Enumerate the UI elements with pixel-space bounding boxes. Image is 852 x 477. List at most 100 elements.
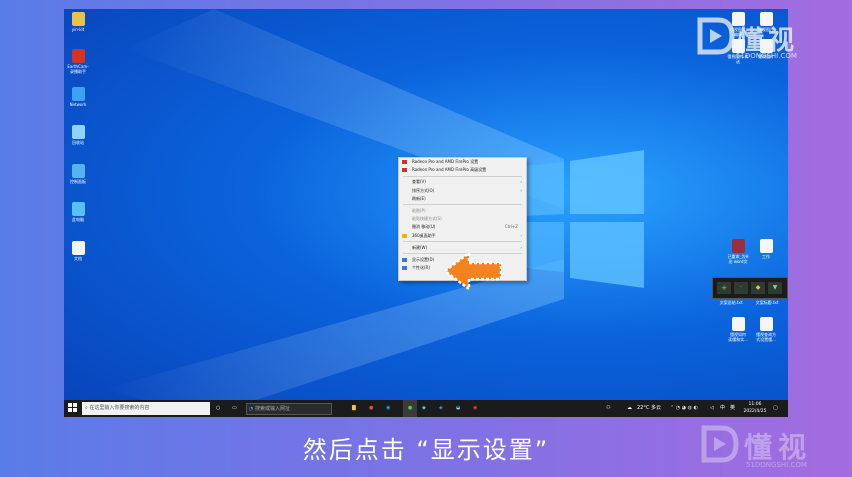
menu-item-icon: [402, 160, 407, 164]
notification-icon[interactable]: ▢: [773, 400, 778, 417]
task-view-icon[interactable]: ○: [216, 400, 220, 417]
desktop-icon-label: 回收站: [72, 140, 84, 145]
mini-floating-toolbar[interactable]: + · ◆ ▼: [712, 277, 788, 299]
context-menu-item[interactable]: 360桌面助手 ›: [399, 232, 526, 240]
menu-item-label: 新建(W): [412, 244, 428, 250]
app-icon-teal[interactable]: ◆: [422, 400, 426, 417]
mini-toolbar-label-a: 文案总结.txt: [719, 300, 743, 305]
icon-this-pc[interactable]: 此电脑: [64, 202, 98, 222]
context-menu-item[interactable]: Radeon Pro and AMD FirePro 高级设置: [399, 166, 526, 174]
tray-icons[interactable]: ⌃ ◔ ◕ ◍ ◐: [670, 400, 698, 417]
submenu-arrow-icon: ›: [520, 232, 522, 238]
icon-recycle-bin[interactable]: 回收站: [64, 125, 98, 145]
menu-item-label: 排序方式(O): [412, 187, 435, 193]
edge-icon[interactable]: ◉: [386, 400, 390, 417]
mini-toolbar-label-b: 文案标题.txt: [755, 300, 779, 305]
search-placeholder: 在这里输入你要搜索的内容: [89, 405, 150, 411]
context-menu-item[interactable]: 粘贴快捷方式(S): [399, 215, 526, 223]
ime-indicator[interactable]: 中: [720, 400, 725, 417]
volume-icon[interactable]: ◁: [710, 400, 714, 417]
icon-file-e-image: [731, 317, 745, 331]
watermark-url: 51DONGSHI.COM: [736, 52, 797, 60]
context-menu-item[interactable]: 粘贴(P): [399, 207, 526, 215]
context-menu-item[interactable]: 查看(V) ›: [399, 178, 526, 186]
app-icon-blue[interactable]: ◈: [439, 400, 443, 417]
menu-item-icon: [402, 266, 407, 271]
icon-user-folder[interactable]: yin-kit: [64, 12, 98, 32]
clock-time: 11:06: [748, 402, 762, 407]
menu-item-label: 粘贴快捷方式(S): [412, 216, 442, 222]
menu-item-label: 粘贴(P): [412, 207, 426, 213]
menu-item-label: 查看(V): [412, 179, 426, 185]
menu-item-label: Radeon Pro and AMD FirePro 高级设置: [412, 167, 487, 173]
submenu-arrow-icon: ›: [520, 179, 522, 185]
windows-start-icon: [68, 403, 77, 412]
toolbar-btn-4[interactable]: ▼: [768, 282, 782, 294]
edge-small-icon: ◔: [249, 406, 254, 412]
app-icon-red[interactable]: ●: [369, 400, 373, 417]
toolbar-btn-1[interactable]: +: [717, 282, 731, 294]
icon-user-folder-image: [71, 12, 85, 26]
icon-control-panel-image: [71, 164, 85, 178]
menu-item-icon: [402, 257, 407, 262]
icon-winrar-image: [731, 239, 745, 253]
app-icon-cyan[interactable]: ◒: [456, 400, 460, 417]
toolbar-btn-2[interactable]: ·: [734, 282, 748, 294]
icon-recycle-bin-image: [71, 125, 85, 139]
record-icon[interactable]: ◉: [473, 400, 477, 417]
menu-item-label: 个性化(R): [412, 265, 430, 271]
desktop-icon-label: 懂视查询方 式设置懂...: [756, 332, 776, 342]
desktop-icon-label: 工作: [762, 254, 770, 259]
watermark-logo: 懂视 51DONGSHI.COM: [696, 16, 816, 62]
icon-work-doc-image: [759, 239, 773, 253]
file-explorer-icon[interactable]: ▇: [352, 400, 356, 417]
widgets-icon[interactable]: ▭: [232, 400, 237, 417]
context-menu-item[interactable]: 撤消 移动(U) Ctrl+Z: [399, 223, 526, 231]
context-menu-item[interactable]: 排序方式(O) ›: [399, 187, 526, 195]
taskbar: ⌕ 在这里输入你要搜索的内容 ○ ▭ ◔ 搜索或输入网址 ▇ ● ◉ ● ◆ ◈…: [64, 400, 788, 417]
context-menu-item[interactable]: 刷新(E): [399, 195, 526, 203]
wechat-icon[interactable]: ●: [403, 400, 417, 417]
icon-network[interactable]: Network: [64, 87, 98, 107]
menu-item-label: 撤消 移动(U): [412, 224, 436, 230]
browser-address-bar[interactable]: ◔ 搜索或输入网址: [246, 403, 332, 415]
start-button[interactable]: [68, 400, 80, 417]
weather-text[interactable]: 22°C 多云: [637, 400, 661, 417]
menu-item-icon: [402, 168, 407, 173]
menu-item-shortcut: Ctrl+Z: [504, 224, 518, 230]
menu-separator: [403, 204, 522, 206]
desktop-icon-label: 文档: [74, 256, 82, 261]
clock[interactable]: 11:06 2022/4/25: [742, 400, 768, 417]
brand-logo-icon: [697, 17, 735, 55]
icon-control-panel[interactable]: 控制面板: [64, 164, 98, 184]
icon-network-image: [71, 87, 85, 101]
pointer-arrow-icon: [442, 250, 503, 292]
menu-separator: [403, 241, 522, 243]
icon-recorder-image: [71, 49, 85, 63]
desktop-icon-label: 控制面板: [70, 179, 86, 184]
icon-document-image: [71, 241, 85, 255]
menu-item-label: Radeon Pro and AMD FirePro 设置: [412, 159, 479, 164]
desktop-icon-label: 此电脑: [72, 217, 84, 222]
taskbar-search-box[interactable]: ⌕ 在这里输入你要搜索的内容: [82, 402, 210, 415]
desktop-screen: yin-kit EarthCam- 录播助手 Network 回收站控制面板此电脑文档…: [64, 9, 788, 417]
icon-document[interactable]: 文档: [64, 241, 98, 261]
icon-recorder[interactable]: EarthCam- 录播助手: [64, 49, 98, 74]
icon-file-f-image: [759, 317, 773, 331]
weather-icon: ☁: [627, 405, 632, 411]
context-menu-item[interactable]: Radeon Pro and AMD FirePro 设置: [399, 158, 526, 166]
desktop-icon-label: EarthCam- 录播助手: [67, 64, 89, 74]
clock-date: 2022/4/25: [743, 409, 767, 414]
address-placeholder: 搜索或输入网址: [254, 406, 290, 412]
icon-file-f[interactable]: 懂视查询方 式设置懂...: [746, 317, 786, 342]
lang-indicator[interactable]: 英: [730, 400, 735, 417]
icon-this-pc-image: [71, 202, 85, 216]
search-icon: ⌕: [85, 405, 88, 411]
icon-work-doc[interactable]: 工作: [746, 239, 786, 259]
toolbar-btn-3[interactable]: ◆: [751, 282, 765, 294]
people-icon[interactable]: ⚇: [606, 400, 610, 417]
desktop-icon-label: yin-kit: [71, 27, 85, 32]
menu-item-label: 刷新(E): [412, 195, 426, 201]
menu-item-label: 360桌面助手: [412, 232, 436, 238]
submenu-arrow-icon: ›: [520, 187, 522, 193]
